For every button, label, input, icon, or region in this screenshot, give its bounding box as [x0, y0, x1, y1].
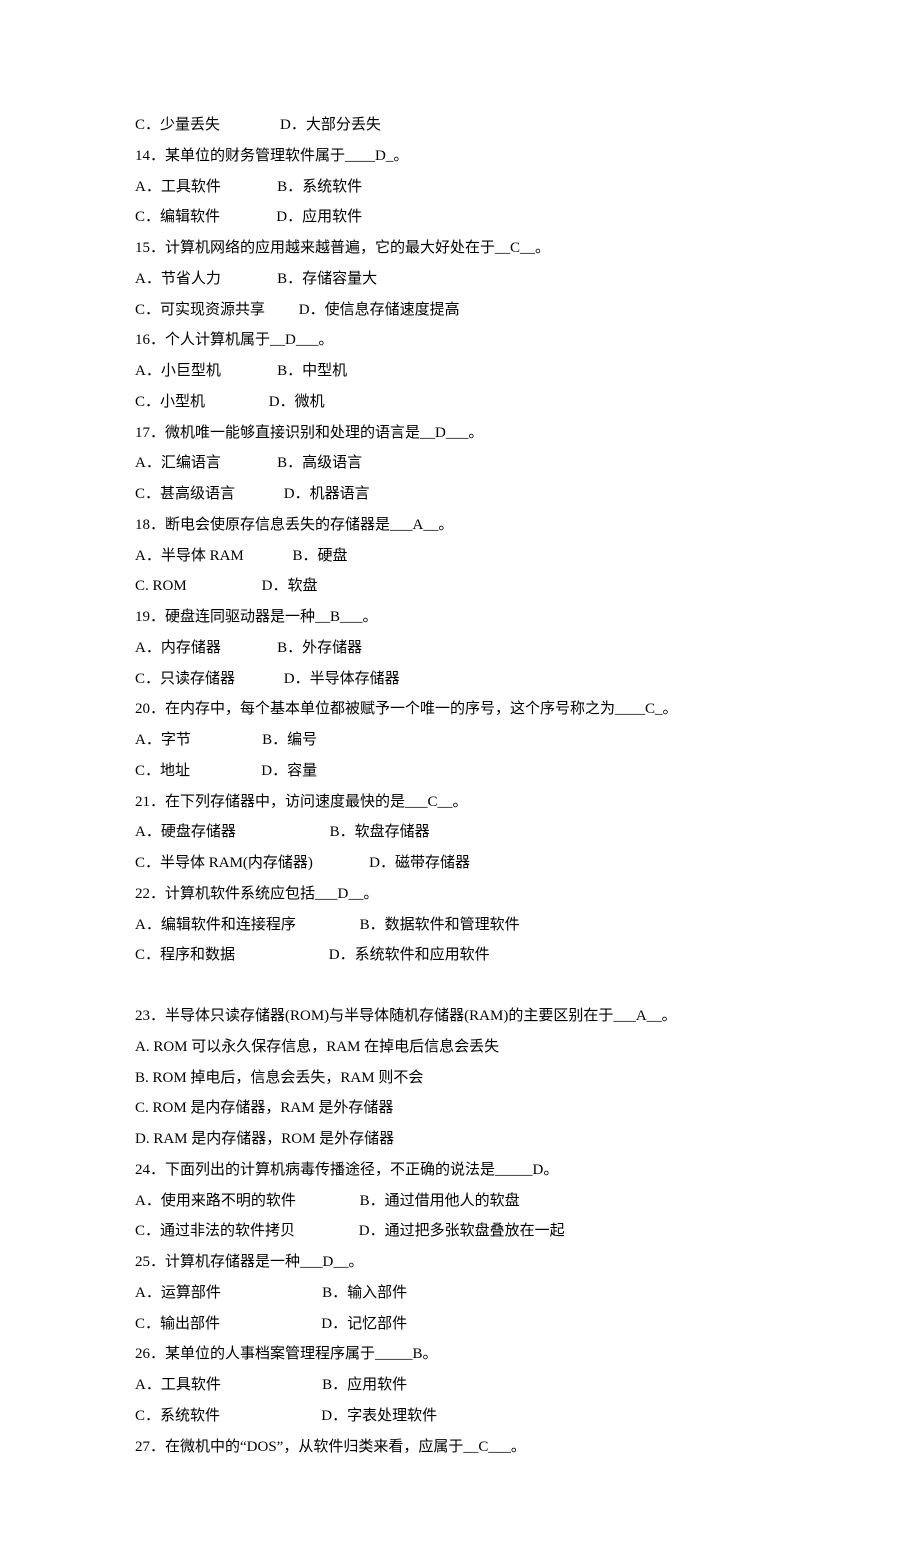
text-line: 16．个人计算机属于__D___。: [135, 325, 785, 356]
text-line: C．编辑软件 D．应用软件: [135, 202, 785, 233]
text-line: A. ROM 可以永久保存信息，RAM 在掉电后信息会丢失: [135, 1032, 785, 1063]
text-line: C．输出部件 D．记忆部件: [135, 1309, 785, 1340]
text-line: A．小巨型机 B．中型机: [135, 356, 785, 387]
text-line: A．字节 B．编号: [135, 725, 785, 756]
text-line: 23．半导体只读存储器(ROM)与半导体随机存储器(RAM)的主要区别在于___…: [135, 1001, 785, 1032]
text-line: 19．硬盘连同驱动器是一种__B___。: [135, 602, 785, 633]
text-line: C. ROM 是内存储器，RAM 是外存储器: [135, 1093, 785, 1124]
text-line: B. ROM 掉电后，信息会丢失，RAM 则不会: [135, 1063, 785, 1094]
text-line: C．程序和数据 D．系统软件和应用软件: [135, 940, 785, 971]
text-line: 26．某单位的人事档案管理程序属于_____B。: [135, 1339, 785, 1370]
text-line: A．汇编语言 B．高级语言: [135, 448, 785, 479]
text-line: 20．在内存中，每个基本单位都被赋予一个唯一的序号，这个序号称之为____C_。: [135, 694, 785, 725]
text-line: 21．在下列存储器中，访问速度最快的是___C__。: [135, 787, 785, 818]
text-line: A．工具软件 B．系统软件: [135, 172, 785, 203]
text-line: A．使用来路不明的软件 B．通过借用他人的软盘: [135, 1186, 785, 1217]
text-line: A．节省人力 B．存储容量大: [135, 264, 785, 295]
text-line: 17．微机唯一能够直接识别和处理的语言是__D___。: [135, 418, 785, 449]
text-line: C．只读存储器 D．半导体存储器: [135, 664, 785, 695]
text-line: D. RAM 是内存储器，ROM 是外存储器: [135, 1124, 785, 1155]
text-line: A．半导体 RAM B．硬盘: [135, 541, 785, 572]
text-line: A．工具软件 B．应用软件: [135, 1370, 785, 1401]
text-line: C．地址 D．容量: [135, 756, 785, 787]
text-line: 24．下面列出的计算机病毒传播途径，不正确的说法是_____D。: [135, 1155, 785, 1186]
text-line: C．小型机 D．微机: [135, 387, 785, 418]
text-line: 27．在微机中的“DOS”，从软件归类来看，应属于__C___。: [135, 1432, 785, 1463]
text-line: 15．计算机网络的应用越来越普遍，它的最大好处在于__C__。: [135, 233, 785, 264]
text-line: A．运算部件 B．输入部件: [135, 1278, 785, 1309]
text-line: A．硬盘存储器 B．软盘存储器: [135, 817, 785, 848]
text-line: 25．计算机存储器是一种___D__。: [135, 1247, 785, 1278]
text-line: C．系统软件 D．字表处理软件: [135, 1401, 785, 1432]
blank-line: [135, 971, 785, 1001]
text-line: A．内存储器 B．外存储器: [135, 633, 785, 664]
text-line: 22．计算机软件系统应包括___D__。: [135, 879, 785, 910]
text-line: C. ROM D．软盘: [135, 571, 785, 602]
text-line: C．少量丢失 D．大部分丢失: [135, 110, 785, 141]
text-line: 14．某单位的财务管理软件属于____D_。: [135, 141, 785, 172]
text-line: C．通过非法的软件拷贝 D．通过把多张软盘叠放在一起: [135, 1216, 785, 1247]
text-line: C．甚高级语言 D．机器语言: [135, 479, 785, 510]
text-line: C．可实现资源共享 D．使信息存储速度提高: [135, 295, 785, 326]
text-line: A．编辑软件和连接程序 B．数据软件和管理软件: [135, 910, 785, 941]
document-body: C．少量丢失 D．大部分丢失14．某单位的财务管理软件属于____D_。A．工具…: [135, 110, 785, 1462]
text-line: C．半导体 RAM(内存储器) D．磁带存储器: [135, 848, 785, 879]
text-line: 18．断电会使原存信息丢失的存储器是___A__。: [135, 510, 785, 541]
